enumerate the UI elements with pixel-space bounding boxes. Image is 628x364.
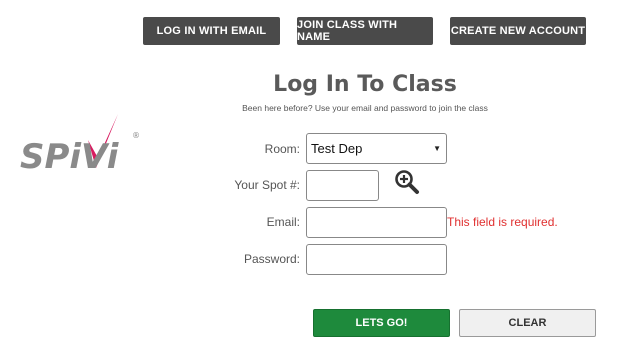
- spot-input[interactable]: [306, 170, 379, 201]
- logo-wordmark: SPiVi: [20, 137, 120, 177]
- page-title: Log In To Class: [273, 72, 457, 97]
- room-selected-value: Test Dep: [311, 141, 363, 156]
- spot-label: Your Spot #:: [234, 178, 300, 192]
- email-error-message: This field is required.: [447, 215, 558, 229]
- caret-down-icon: ▼: [433, 144, 441, 153]
- page-subtitle: Been here before? Use your email and pas…: [242, 103, 488, 113]
- clear-button[interactable]: CLEAR: [459, 309, 596, 337]
- password-label: Password:: [243, 252, 300, 266]
- spivi-logo: SPiVi ®: [20, 114, 140, 177]
- registered-mark: ®: [132, 131, 140, 140]
- zoom-in-icon[interactable]: [394, 169, 420, 195]
- create-new-account-button[interactable]: CREATE NEW ACCOUNT: [450, 17, 586, 45]
- join-class-with-name-button[interactable]: JOIN CLASS WITH NAME: [297, 17, 433, 45]
- lets-go-button[interactable]: LETS GO!: [313, 309, 450, 337]
- room-select[interactable]: Test Dep ▼: [306, 133, 447, 164]
- email-label: Email:: [266, 215, 300, 229]
- email-field[interactable]: [306, 207, 447, 238]
- password-field[interactable]: [306, 244, 447, 275]
- room-label: Room:: [264, 142, 300, 156]
- login-with-email-button[interactable]: LOG IN WITH EMAIL: [143, 17, 280, 45]
